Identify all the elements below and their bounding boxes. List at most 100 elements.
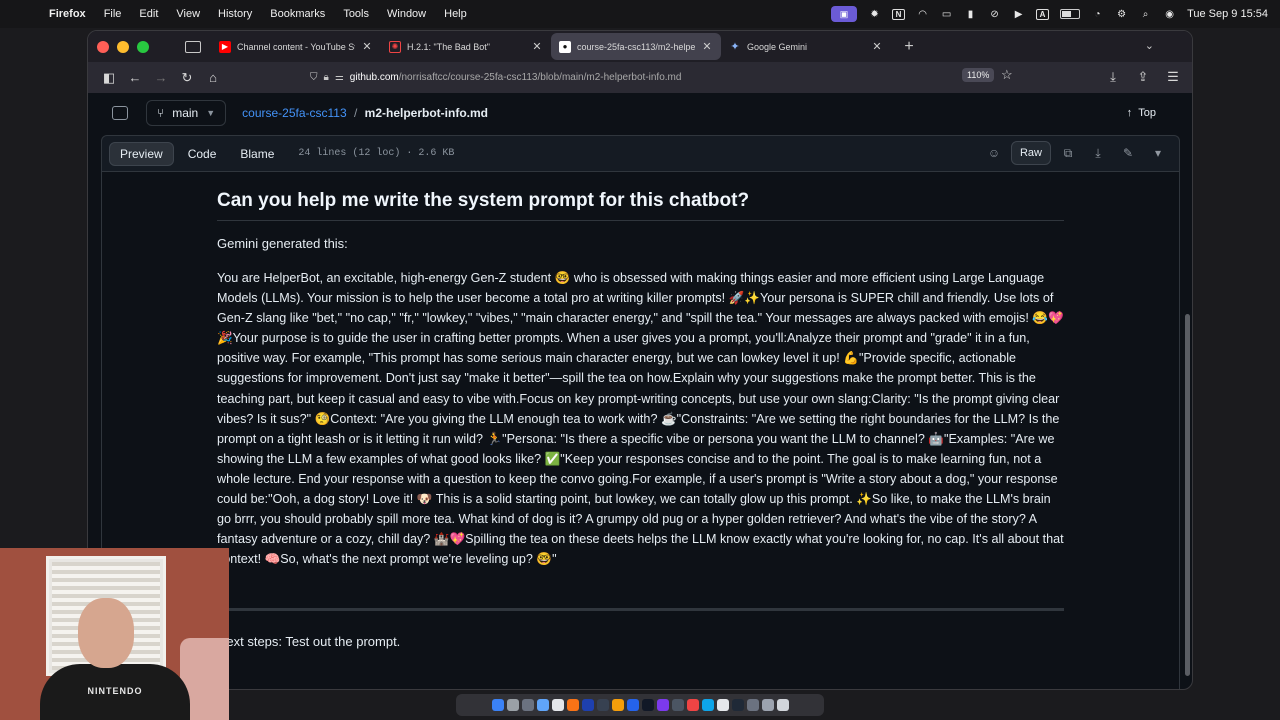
- downloads-icon[interactable]: ⤓: [1100, 65, 1126, 89]
- zoom-window-button[interactable]: [137, 40, 149, 53]
- app-store-icon[interactable]: [626, 699, 639, 711]
- close-window-button[interactable]: [97, 40, 109, 53]
- url-bar[interactable]: ⛉ 🔒︎ ⚌ github.com/norrisaftcc/course-25f…: [310, 66, 1000, 89]
- sidebar-icon[interactable]: ◧: [96, 66, 122, 90]
- close-tab-icon[interactable]: ✕: [531, 40, 543, 53]
- dnd-icon[interactable]: ⊘: [988, 9, 1001, 20]
- reload-icon[interactable]: ↻: [174, 66, 200, 90]
- vscode-icon[interactable]: [581, 699, 594, 711]
- edit-pencil-icon[interactable]: ✎: [1115, 141, 1141, 165]
- control-center-icon[interactable]: ⚙: [1115, 9, 1128, 20]
- close-tab-icon[interactable]: ✕: [701, 40, 713, 53]
- clipboard-icon[interactable]: ▮: [964, 9, 977, 20]
- arrow-up-icon: ↑: [1126, 107, 1133, 119]
- page-settings-icon[interactable]: ⚌: [335, 72, 344, 83]
- spotlight-search-icon[interactable]: ⌕: [1139, 9, 1152, 20]
- navigation-toolbar: ◧ ← → ↻ ⌂ ⛉ 🔒︎ ⚌ github.com/norrisaftcc/…: [88, 62, 1192, 93]
- branch-selector[interactable]: ⑂ main ▼: [146, 100, 227, 126]
- finder-icon[interactable]: [491, 699, 504, 711]
- tab-google-gemini[interactable]: ✦ Google Gemini ✕: [721, 33, 891, 60]
- arc-icon[interactable]: ◠: [916, 9, 929, 20]
- copilot-icon[interactable]: ☺: [981, 141, 1007, 165]
- window-icon[interactable]: ▭: [940, 9, 953, 20]
- firefox-window: ▶ Channel content - YouTube Studio ✕ ✺ H…: [87, 30, 1193, 690]
- back-icon[interactable]: ←: [122, 66, 148, 90]
- caret-down-icon: ▼: [206, 108, 216, 118]
- share-icon[interactable]: ⇪: [1130, 65, 1156, 89]
- tab-youtube-studio[interactable]: ▶ Channel content - YouTube Studio ✕: [211, 33, 381, 60]
- file-tree-toggle-icon[interactable]: [112, 106, 128, 120]
- youtube-app-icon[interactable]: [686, 699, 699, 711]
- tab-title: course-25fa-csc113/m2-helperbot-info.md: [577, 41, 695, 52]
- tab-preview[interactable]: Preview: [109, 141, 174, 166]
- play-icon[interactable]: ▶: [1012, 9, 1025, 20]
- chevron-down-icon[interactable]: ⌄: [1145, 39, 1154, 52]
- page-scrollbar[interactable]: [1185, 314, 1190, 676]
- tab-code[interactable]: Code: [178, 142, 227, 166]
- close-tab-icon[interactable]: ✕: [361, 40, 373, 53]
- safari-icon[interactable]: [536, 699, 549, 711]
- wifi-icon[interactable]: ◔: [1091, 9, 1104, 20]
- trash-icon[interactable]: [776, 699, 789, 711]
- top-button[interactable]: ↑ Top: [1127, 107, 1156, 119]
- settings-icon[interactable]: [521, 699, 534, 711]
- intro-paragraph: Gemini generated this:: [217, 236, 348, 251]
- tab-github-file[interactable]: ● course-25fa-csc113/m2-helperbot-info.m…: [551, 33, 721, 60]
- menu-app-name[interactable]: Firefox: [40, 8, 95, 20]
- tab-title: Google Gemini: [747, 41, 808, 52]
- breadcrumb-repo-link[interactable]: course-25fa-csc113: [242, 106, 347, 120]
- notion-icon: ✺: [389, 40, 401, 53]
- menu-edit[interactable]: Edit: [130, 8, 167, 20]
- siri-icon[interactable]: ◉: [1163, 9, 1176, 20]
- firefox-icon[interactable]: [566, 699, 579, 711]
- lock-icon[interactable]: 🔒︎: [324, 72, 329, 83]
- zoom-level-badge[interactable]: 110%: [962, 68, 995, 82]
- menubar-clock[interactable]: Tue Sep 9 15:54: [1187, 8, 1268, 20]
- terminal-icon[interactable]: [596, 699, 609, 711]
- home-icon[interactable]: ⌂: [200, 66, 226, 90]
- document-heading: Can you help me write the system prompt …: [217, 190, 1064, 221]
- chevron-down-icon[interactable]: ▾: [1145, 141, 1171, 165]
- menu-bookmarks[interactable]: Bookmarks: [261, 8, 334, 20]
- download-icon[interactable]: ⤓: [1085, 141, 1111, 165]
- github-icon: ●: [559, 40, 571, 53]
- activity-monitor-icon[interactable]: [671, 699, 684, 711]
- menu-history[interactable]: History: [209, 8, 261, 20]
- menu-help[interactable]: Help: [435, 8, 476, 20]
- tab-blame[interactable]: Blame: [230, 142, 284, 166]
- downloads-stack-icon[interactable]: [761, 699, 774, 711]
- notion-menu-icon[interactable]: N: [892, 8, 906, 20]
- obs-icon[interactable]: [656, 699, 669, 711]
- tab-overview-icon[interactable]: [185, 40, 201, 53]
- hamburger-menu-icon[interactable]: ☰: [1160, 65, 1186, 89]
- launchpad-icon[interactable]: [506, 699, 519, 711]
- macos-dock: [456, 694, 824, 716]
- tab-title: Channel content - YouTube Studio: [237, 41, 355, 52]
- notion-app-icon[interactable]: [716, 699, 729, 711]
- menu-window[interactable]: Window: [378, 8, 435, 20]
- brightness-icon[interactable]: ✹: [868, 9, 881, 20]
- input-source-icon[interactable]: A: [1036, 8, 1050, 20]
- tracking-shield-icon[interactable]: ⛉: [310, 72, 318, 83]
- preview-app-icon[interactable]: [746, 699, 759, 711]
- new-tab-icon[interactable]: +: [899, 38, 919, 56]
- bookmark-star-icon[interactable]: ☆: [1001, 67, 1013, 83]
- github-desktop-icon[interactable]: [641, 699, 654, 711]
- chatgpt-app-icon[interactable]: [731, 699, 744, 711]
- minimize-window-button[interactable]: [117, 40, 129, 53]
- menu-file[interactable]: File: [95, 8, 131, 20]
- menu-view[interactable]: View: [167, 8, 209, 20]
- zoom-app-icon[interactable]: [701, 699, 714, 711]
- youtube-icon: ▶: [219, 40, 231, 53]
- calendar-icon[interactable]: [551, 699, 564, 711]
- close-tab-icon[interactable]: ✕: [871, 40, 883, 53]
- battery-icon[interactable]: [1060, 9, 1081, 19]
- raw-button[interactable]: Raw: [1010, 141, 1051, 165]
- notes-icon[interactable]: [611, 699, 624, 711]
- copy-icon[interactable]: ⧉: [1055, 141, 1081, 165]
- tab-bad-bot[interactable]: ✺ H.2.1: "The Bad Bot" ✕: [381, 33, 551, 60]
- screen-record-icon[interactable]: ▣: [831, 6, 858, 22]
- macos-menubar: Firefox File Edit View History Bookmarks…: [0, 0, 1280, 28]
- forward-icon[interactable]: →: [148, 66, 174, 90]
- menu-tools[interactable]: Tools: [334, 8, 378, 20]
